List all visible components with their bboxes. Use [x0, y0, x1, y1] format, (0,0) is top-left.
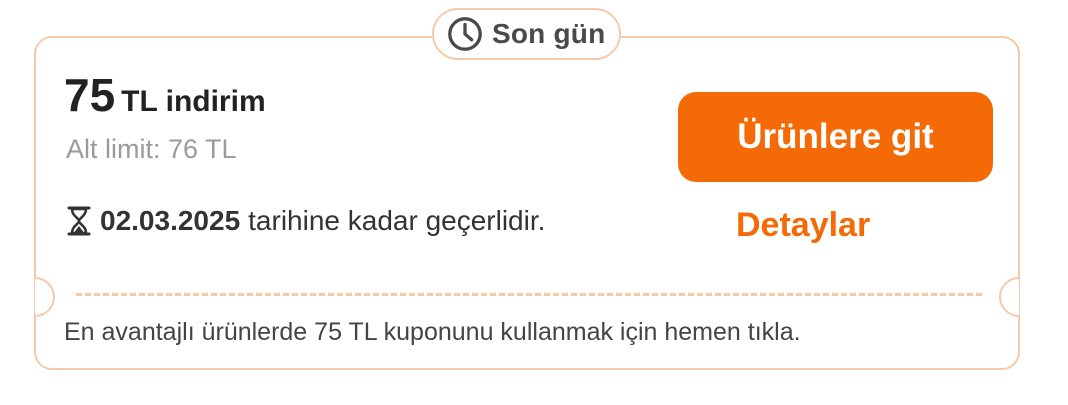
discount-value: 75	[64, 69, 116, 121]
hourglass-icon	[67, 206, 91, 236]
validity-info: 02.03.2025 tarihine kadar geçerlidir.	[66, 205, 545, 237]
right-notch	[999, 277, 1019, 317]
clock-icon	[448, 17, 482, 51]
badge-label: Son gün	[492, 18, 606, 49]
dashed-divider	[76, 293, 982, 296]
valid-suffix: tarihine kadar geçerlidir.	[248, 205, 546, 236]
discount-amount: 75 TL indirim	[64, 68, 266, 122]
min-limit: Alt limit: 76 TL	[66, 134, 237, 164]
coupon-description: En avantajlı ürünlerde 75 TL kuponunu ku…	[64, 318, 801, 346]
last-day-badge: Son gün	[432, 8, 622, 60]
valid-date: 02.03.2025	[100, 205, 241, 236]
go-to-products-button[interactable]: Ürünlere git	[678, 92, 993, 182]
discount-suffix: TL indirim	[121, 85, 266, 118]
left-notch	[35, 277, 55, 317]
details-link[interactable]: Detaylar	[736, 206, 870, 245]
